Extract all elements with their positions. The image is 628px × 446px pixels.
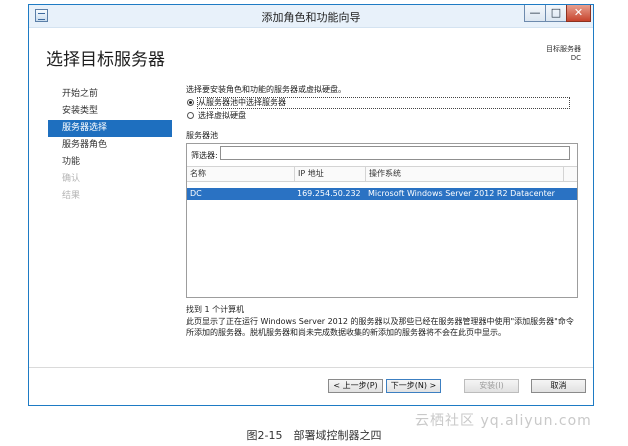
nav-item-features[interactable]: 功能 [48,154,172,171]
cancel-button[interactable]: 取消 [531,379,586,393]
radio-virtual-disk[interactable] [187,112,194,119]
footer-divider [29,367,593,368]
radio-server-pool[interactable] [187,99,194,106]
close-button[interactable]: ✕ [566,5,591,22]
nav-item-server-roles[interactable]: 服务器角色 [48,137,172,154]
option-server-pool[interactable]: 从服务器池中选择服务器 [186,96,580,109]
table-row[interactable]: DC 169.254.50.232 Microsoft Windows Serv… [187,188,577,200]
maximize-button[interactable]: □ [545,5,567,22]
option-virtual-disk[interactable]: 选择虚拟硬盘 [186,109,580,122]
nav-item-installation-type[interactable]: 安装类型 [48,103,172,120]
install-button: 安装(I) [464,379,519,393]
cell-ip: 169.254.50.232 [297,189,361,198]
nav-item-confirmation: 确认 [62,174,81,184]
column-header-name[interactable]: 名称 [187,167,294,181]
next-button[interactable]: 下一步(N) > [386,379,441,393]
wizard-nav: 开始之前 安装类型 服务器选择 服务器角色 功能 确认 结果 [48,86,172,205]
found-count: 找到 1 个计算机 [186,305,245,314]
instruction-text: 选择要安装角色和功能的服务器或虚拟硬盘。 [186,85,346,94]
server-grid: 名称 IP 地址 操作系统 DC 169.254.50.232 Microsof… [187,166,577,200]
figure-caption: 图2-15 部署域控制器之四 [246,429,382,442]
page-title: 选择目标服务器 [46,50,165,70]
content-area: 选择要安装角色和功能的服务器或虚拟硬盘。 从服务器池中选择服务器 选择虚拟硬盘 … [186,83,580,338]
filter-input[interactable] [220,146,570,160]
grid-header: 名称 IP 地址 操作系统 [187,166,577,182]
window-title: 添加角色和功能向导 [261,11,361,24]
info-text: 此页显示了正在运行 Windows Server 2012 的服务器以及那些已经… [186,317,574,337]
destination-value: DC [570,54,581,62]
wizard-window: 添加角色和功能向导 — □ ✕ 选择目标服务器 目标服务器 DC 开始之前 安装… [28,4,594,406]
server-pool-panel: 筛选器: 名称 IP 地址 操作系统 DC 169.254.50.232 Mic… [186,143,578,298]
cell-name: DC [190,189,202,198]
destination-server: 目标服务器 DC [546,45,581,63]
nav-item-server-selection[interactable]: 服务器选择 [48,120,172,137]
option-virtual-disk-label[interactable]: 选择虚拟硬盘 [198,109,246,122]
title-bar[interactable]: 添加角色和功能向导 — □ ✕ [29,5,593,28]
cell-os: Microsoft Windows Server 2012 R2 Datacen… [368,189,555,198]
minimize-button[interactable]: — [524,5,546,22]
server-pool-heading: 服务器池 [186,131,218,140]
nav-item-before-you-begin[interactable]: 开始之前 [48,86,172,103]
column-header-ip[interactable]: IP 地址 [294,167,365,181]
nav-item-results: 结果 [62,191,81,201]
option-server-pool-label[interactable]: 从服务器池中选择服务器 [198,96,286,109]
destination-label: 目标服务器 [546,45,581,53]
column-header-spacer [563,167,577,181]
column-header-os[interactable]: 操作系统 [365,167,563,181]
previous-button[interactable]: < 上一步(P) [328,379,383,393]
filter-label: 筛选器: [191,151,218,160]
